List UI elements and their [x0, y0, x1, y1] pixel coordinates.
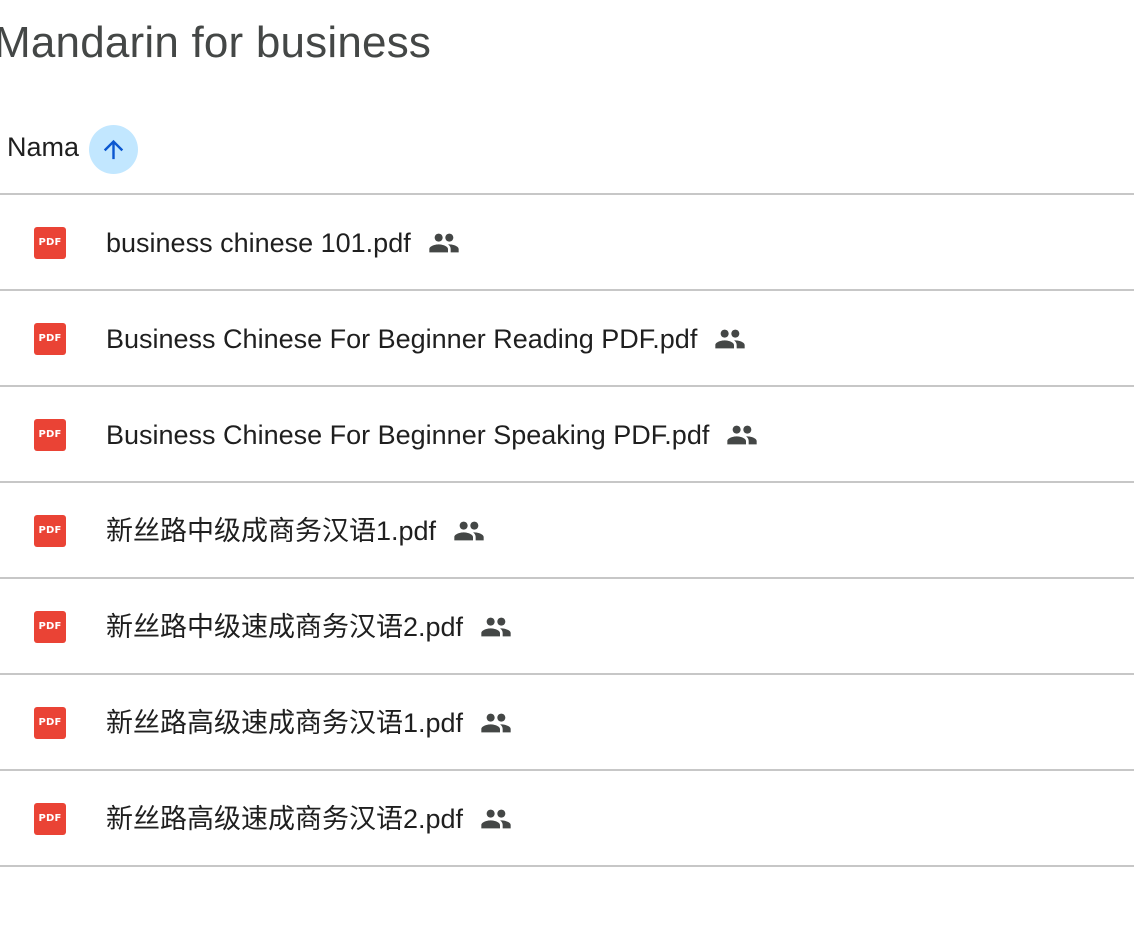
pdf-icon: PDF	[34, 803, 66, 835]
pdf-icon-label: PDF	[38, 813, 62, 824]
people-icon	[727, 425, 758, 445]
people-icon	[481, 809, 511, 829]
pdf-icon-label: PDF	[38, 333, 62, 344]
file-name: Business Chinese For Beginner Speaking P…	[106, 420, 710, 450]
pdf-icon-label: PDF	[38, 621, 62, 632]
pdf-icon: PDF	[34, 707, 66, 739]
pdf-icon: PDF	[34, 323, 66, 355]
file-row[interactable]: PDF Business Chinese For Beginner Speaki…	[0, 387, 1134, 483]
file-name-wrap: Business Chinese For Beginner Reading PD…	[106, 321, 746, 357]
arrow-upward-icon	[103, 139, 124, 160]
file-name-wrap: 新丝路中级成商务汉语1.pdf	[106, 513, 485, 549]
pdf-icon-label: PDF	[38, 525, 62, 536]
file-row[interactable]: PDF 新丝路中级速成商务汉语2.pdf	[0, 579, 1134, 675]
file-name: 新丝路高级速成商务汉语2.pdf	[106, 804, 464, 834]
people-icon	[715, 329, 745, 349]
pdf-icon: PDF	[34, 419, 66, 451]
people-icon	[481, 713, 511, 733]
pdf-icon-label: PDF	[38, 237, 62, 248]
people-icon	[454, 521, 484, 541]
sort-ascending-button[interactable]	[89, 125, 138, 174]
file-name-wrap: 新丝路高级速成商务汉语2.pdf	[106, 801, 512, 837]
file-name: Business Chinese For Beginner Reading PD…	[106, 324, 698, 354]
file-name: business chinese 101.pdf	[106, 228, 411, 258]
file-row[interactable]: PDF 新丝路高级速成商务汉语2.pdf	[0, 771, 1134, 867]
folder-title: Mandarin for business	[0, 18, 432, 67]
people-icon	[481, 617, 511, 637]
file-row[interactable]: PDF 新丝路高级速成商务汉语1.pdf	[0, 675, 1134, 771]
pdf-icon-label: PDF	[38, 717, 62, 728]
pdf-icon: PDF	[34, 227, 66, 259]
file-name: 新丝路高级速成商务汉语1.pdf	[106, 708, 464, 738]
file-name-wrap: business chinese 101.pdf	[106, 225, 460, 261]
file-name-wrap: Business Chinese For Beginner Speaking P…	[106, 417, 758, 453]
pdf-icon-label: PDF	[38, 429, 62, 440]
name-column-header[interactable]: Nama	[7, 132, 79, 163]
list-header: Nama	[0, 100, 1134, 195]
file-row[interactable]: PDF Business Chinese For Beginner Readin…	[0, 291, 1134, 387]
file-row[interactable]: PDF business chinese 101.pdf	[0, 195, 1134, 291]
pdf-icon: PDF	[34, 611, 66, 643]
file-list: PDF business chinese 101.pdf PDF Busines…	[0, 195, 1134, 867]
file-name: 新丝路中级成商务汉语1.pdf	[106, 516, 437, 546]
file-name-wrap: 新丝路高级速成商务汉语1.pdf	[106, 705, 512, 741]
file-name-wrap: 新丝路中级速成商务汉语2.pdf	[106, 609, 512, 645]
pdf-icon: PDF	[34, 515, 66, 547]
file-row[interactable]: PDF 新丝路中级成商务汉语1.pdf	[0, 483, 1134, 579]
people-icon	[429, 233, 459, 253]
file-name: 新丝路中级速成商务汉语2.pdf	[106, 612, 464, 642]
